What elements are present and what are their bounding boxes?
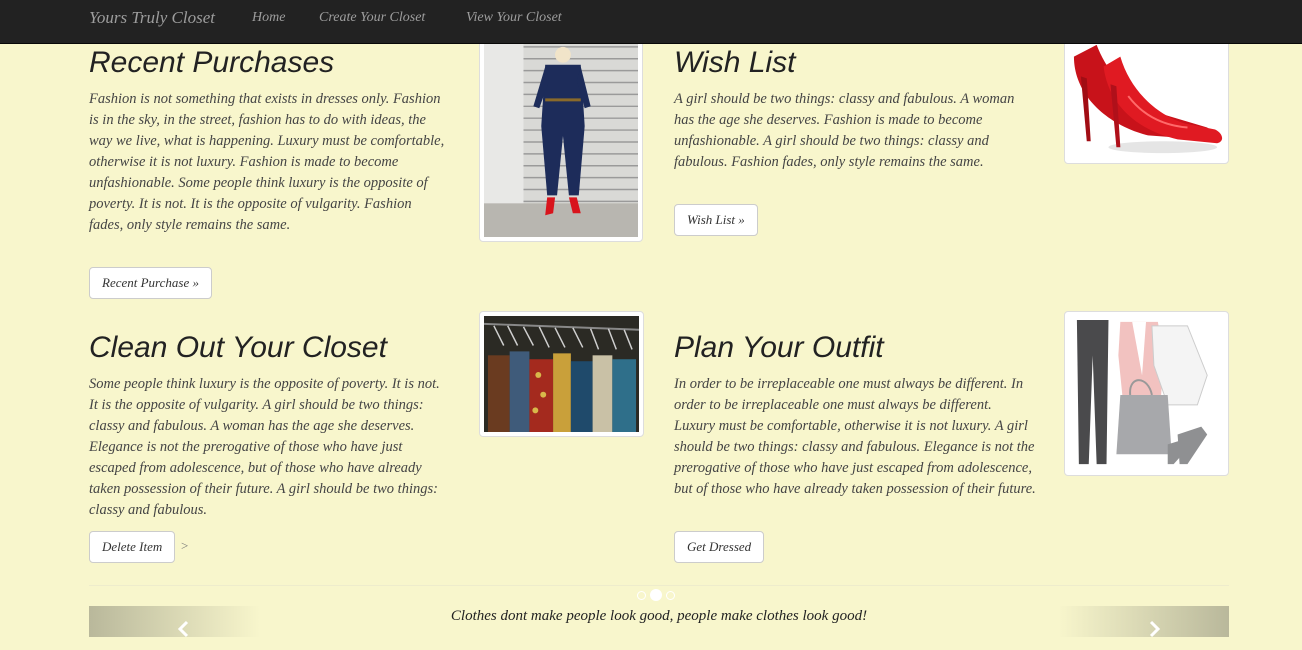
get-dressed-button[interactable]: Get Dressed	[674, 531, 765, 563]
clean-closet-text: Some people think luxury is the opposite…	[89, 376, 440, 518]
wish-list-text: A girl should be two things: classy and …	[674, 91, 1015, 170]
recent-purchases-title: Recent Purchases	[89, 46, 335, 79]
clean-closet-title: Clean Out Your Closet	[89, 331, 387, 364]
brand-logo-text[interactable]: Yours Truly Closet	[89, 8, 215, 28]
nav-link-home[interactable]: Home	[252, 10, 285, 26]
clean-closet-image	[479, 311, 644, 437]
chevron-right-icon[interactable]	[1145, 620, 1163, 638]
carousel-indicator-1[interactable]	[637, 590, 646, 600]
plan-outfit-title: Plan Your Outfit	[674, 331, 884, 364]
carousel-quote: Clothes dont make people look good, peop…	[450, 608, 868, 624]
wish-list-image	[1064, 32, 1229, 164]
recent-purchases-text: Fashion is not something that exists in …	[89, 91, 445, 233]
wish-list-button[interactable]: Wish List »	[674, 204, 758, 236]
carousel-indicator-3[interactable]	[666, 590, 675, 600]
nav-link-create-closet[interactable]: Create Your Closet	[319, 10, 425, 26]
quote-carousel: Clothes dont make people look good, peop…	[89, 606, 1229, 638]
outfit-collage-photo	[1069, 316, 1224, 471]
nav-link-view-closet[interactable]: View Your Closet	[466, 10, 562, 26]
recent-purchase-button[interactable]: Recent Purchase »	[89, 267, 212, 299]
red-heels-photo	[1069, 37, 1224, 159]
section-divider	[89, 585, 1229, 586]
carousel-indicators	[637, 589, 675, 601]
wish-list-title: Wish List	[674, 46, 796, 79]
plan-outfit-text: In order to be irreplaceable one must al…	[674, 376, 1036, 497]
delete-item-button[interactable]: Delete Item	[89, 531, 176, 563]
recent-purchase-image	[479, 32, 643, 242]
plan-outfit-image	[1064, 311, 1229, 476]
top-navbar: Yours Truly Closet Home Create Your Clos…	[0, 0, 1302, 44]
stray-arrow-text: >	[181, 538, 189, 553]
clothes-rack-photo	[484, 316, 639, 432]
woman-jumpsuit-photo	[484, 37, 638, 237]
carousel-indicator-2[interactable]	[650, 589, 662, 601]
